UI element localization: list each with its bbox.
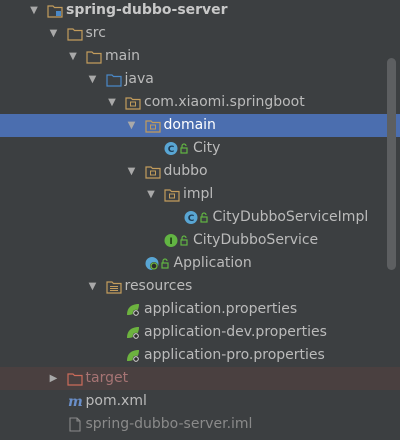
- package-icon: [125, 95, 141, 110]
- expand-arrow-icon[interactable]: ▼: [125, 160, 139, 183]
- project-tree[interactable]: ▼ spring-dubbo-server ▼ src ▼ main ▼ java ▼ com.x…: [0, 0, 400, 434]
- tree-row[interactable]: ▶ target: [0, 367, 400, 390]
- svg-text:I: I: [169, 237, 172, 247]
- svg-text:C: C: [187, 214, 194, 224]
- resources-folder-icon: [105, 279, 122, 294]
- tree-item-label: pom.xml: [85, 393, 147, 409]
- tree-row[interactable]: ▼ main: [0, 45, 400, 68]
- tree-row[interactable]: application-pro.properties: [0, 344, 400, 367]
- package-icon: [144, 164, 161, 179]
- package-icon: [144, 118, 161, 133]
- tree-item-label: com.xiaomi.springboot: [144, 94, 305, 110]
- vertical-scrollbar[interactable]: [387, 58, 396, 270]
- package-icon: [164, 187, 180, 202]
- tree-row[interactable]: ▼ java: [0, 68, 400, 91]
- module-folder-icon: [47, 3, 63, 18]
- tree-item-label: dubbo: [163, 163, 208, 179]
- tree-item-label: application-dev.properties: [144, 324, 327, 340]
- tree-row[interactable]: C CityDubboServiceImpl: [0, 206, 400, 229]
- tree-item-label: CityDubboService: [193, 232, 319, 248]
- properties-file-icon: [125, 348, 141, 363]
- tree-item-label: application.properties: [144, 301, 298, 317]
- tree-row[interactable]: I CityDubboService: [0, 229, 400, 252]
- tree-item-label: resources: [124, 278, 193, 294]
- tree-row[interactable]: application.properties: [0, 298, 400, 321]
- tree-row[interactable]: application-dev.properties: [0, 321, 400, 344]
- tree-row[interactable]: ▼ spring-dubbo-server: [0, 0, 400, 22]
- tree-row[interactable]: Application: [0, 252, 400, 275]
- expand-arrow-icon[interactable]: ▼: [105, 91, 119, 114]
- expand-arrow-icon[interactable]: ▼: [86, 68, 100, 91]
- expand-arrow-icon[interactable]: ▼: [66, 45, 80, 68]
- tree-row[interactable]: ▼ dubbo: [0, 160, 400, 183]
- maven-pom-icon: m: [67, 394, 83, 410]
- tree-item-label: src: [85, 25, 106, 41]
- class-icon: C: [164, 141, 190, 156]
- tree-item-label: CityDubboServiceImpl: [212, 209, 369, 225]
- tree-item-label: application-pro.properties: [144, 347, 325, 363]
- tree-item-label: domain: [163, 117, 216, 133]
- tree-row[interactable]: spring-dubbo-server.iml: [0, 413, 400, 436]
- source-folder-icon: [105, 72, 122, 87]
- svg-text:m: m: [68, 394, 83, 409]
- interface-icon: I: [164, 233, 190, 248]
- tree-row[interactable]: ▼ com.xiaomi.springboot: [0, 91, 400, 114]
- expand-arrow-icon[interactable]: ▼: [144, 183, 158, 206]
- tree-item-label: spring-dubbo-server: [66, 2, 228, 18]
- excluded-folder-icon: [66, 371, 83, 386]
- tree-item-label: Application: [173, 255, 252, 271]
- class-icon: C: [184, 210, 210, 225]
- tree-row[interactable]: ▼ resources: [0, 275, 400, 298]
- expand-arrow-icon[interactable]: ▼: [125, 114, 139, 137]
- tree-item-label: main: [105, 48, 140, 64]
- expand-arrow-icon[interactable]: ▼: [47, 22, 61, 45]
- folder-icon: [86, 49, 102, 64]
- tree-item-label: target: [85, 370, 129, 386]
- properties-file-icon: [125, 302, 141, 317]
- iml-file-icon: [67, 417, 83, 432]
- svg-text:C: C: [168, 145, 175, 155]
- folder-icon: [66, 26, 83, 41]
- tree-row[interactable]: ▼ impl: [0, 183, 400, 206]
- tree-row[interactable]: m pom.xml: [0, 390, 400, 413]
- tree-row[interactable]: C City: [0, 137, 400, 160]
- tree-row[interactable]: ▼ src: [0, 22, 400, 45]
- expand-arrow-icon[interactable]: ▼: [86, 275, 100, 298]
- spring-boot-class-icon: [145, 256, 171, 271]
- tree-item-label: java: [124, 71, 154, 87]
- tree-item-label: spring-dubbo-server.iml: [85, 416, 253, 432]
- properties-file-icon: [125, 325, 141, 340]
- expand-arrow-icon[interactable]: ▼: [27, 0, 41, 22]
- tree-item-label: City: [193, 140, 221, 156]
- tree-row[interactable]: ▼ domain: [0, 114, 400, 137]
- collapse-arrow-icon[interactable]: ▶: [47, 367, 61, 390]
- tree-item-label: impl: [183, 186, 214, 202]
